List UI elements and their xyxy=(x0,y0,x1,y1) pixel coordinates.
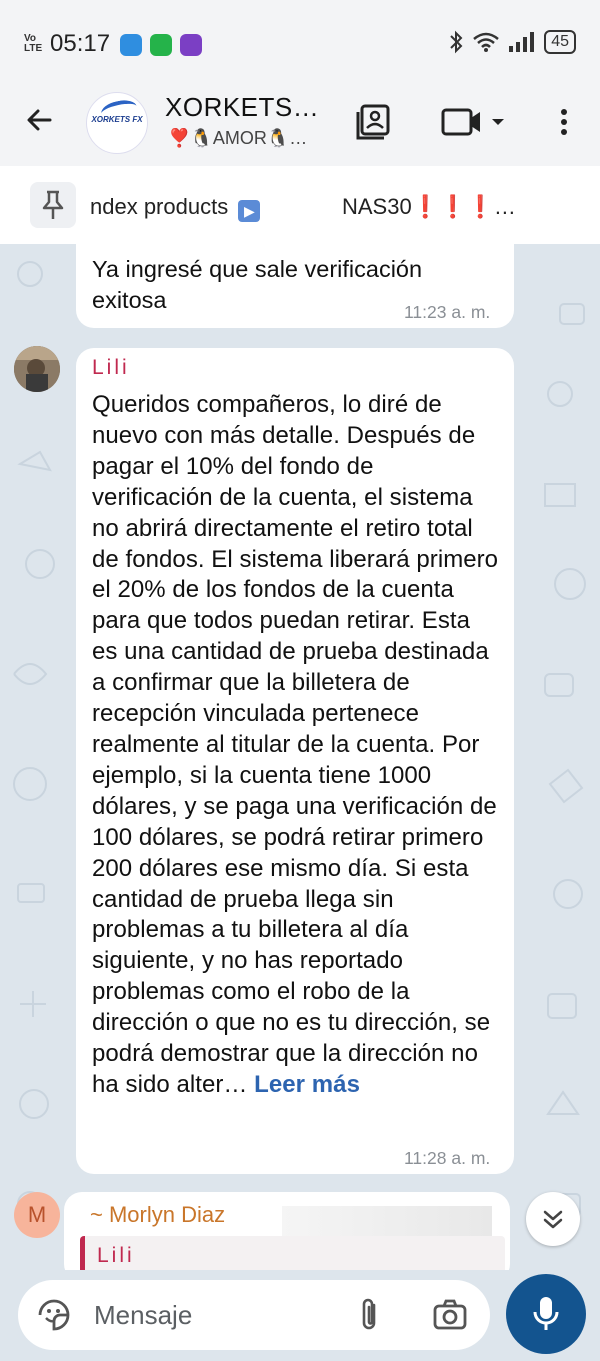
pinned-text-1-label: ndex products xyxy=(90,194,229,219)
video-call-icon[interactable] xyxy=(440,102,510,142)
message-bubble[interactable]: Ya ingresé que sale verificación exitosa… xyxy=(76,244,514,328)
status-bar: Vo LTE 05:17 45 xyxy=(0,0,600,88)
chat-header: XORKETS FX XORKETS… ❣️🐧AMOR🐧… xyxy=(0,88,600,166)
avatar[interactable]: M xyxy=(14,1192,60,1238)
back-arrow-icon[interactable] xyxy=(20,100,60,140)
chevron-double-down-icon xyxy=(543,1210,563,1229)
signal-icon xyxy=(509,32,535,52)
battery-indicator: 45 xyxy=(544,30,576,54)
message-time: 11:28 a. m. xyxy=(404,1148,491,1168)
message-text: Queridos compañeros, lo diré de nuevo co… xyxy=(92,391,499,1098)
status-icons: 45 xyxy=(448,30,576,54)
play-icon: ▶ xyxy=(238,200,261,222)
voice-record-button[interactable] xyxy=(506,1274,586,1354)
redacted-phone xyxy=(282,1206,492,1236)
composer: Mensaje xyxy=(0,1270,600,1361)
clock: 05:17 xyxy=(50,30,111,57)
message-placeholder: Mensaje xyxy=(94,1300,193,1330)
avatar[interactable] xyxy=(14,346,60,392)
message-input[interactable]: Mensaje xyxy=(18,1280,490,1350)
avatar-logo-text: XORKETS FX xyxy=(91,115,143,124)
more-options-icon[interactable] xyxy=(552,102,576,142)
paperclip-icon[interactable] xyxy=(356,1296,382,1334)
avatar-photo xyxy=(14,346,60,392)
sender-name[interactable]: Lili xyxy=(92,356,130,380)
bluetooth-icon xyxy=(450,30,463,54)
pinned-text-1[interactable]: ndex products ▶ xyxy=(90,194,261,222)
sticker-icon[interactable] xyxy=(36,1297,72,1333)
pinned-message-bar[interactable]: ndex products ▶ NAS30❗❗❗… xyxy=(0,166,600,245)
pinned-text-2[interactable]: NAS30❗❗❗… xyxy=(342,194,516,220)
group-avatar[interactable]: XORKETS FX xyxy=(86,92,148,154)
reply-sender: Lili xyxy=(97,1244,135,1267)
pin-icon[interactable] xyxy=(30,182,76,228)
messenger-notification-icon xyxy=(120,34,142,56)
message-body: Queridos compañeros, lo diré de nuevo co… xyxy=(92,390,500,1101)
camera-icon[interactable] xyxy=(432,1298,468,1332)
contact-card-icon[interactable] xyxy=(354,102,394,142)
scroll-down-button[interactable] xyxy=(526,1192,580,1246)
message-bubble[interactable]: Lili Queridos compañeros, lo diré de nue… xyxy=(76,348,514,1174)
sender-name[interactable]: ~ Morlyn Diaz xyxy=(90,1202,225,1228)
whatsapp-notification-icon xyxy=(150,34,172,56)
chat-title[interactable]: XORKETS… xyxy=(165,92,319,123)
pinned-text-2-label: NAS30 xyxy=(342,194,412,219)
exclamation-icons: ❗❗❗ xyxy=(411,194,494,219)
pinned-text-2-ellipsis: … xyxy=(493,194,516,219)
wifi-icon xyxy=(473,32,500,52)
read-more-link[interactable]: Leer más xyxy=(254,1071,360,1098)
viber-notification-icon xyxy=(180,34,202,56)
chat-subtitle[interactable]: ❣️🐧AMOR🐧… xyxy=(168,128,307,149)
volte-indicator: Vo LTE xyxy=(24,33,43,54)
message-time: 11:23 a. m. xyxy=(404,302,491,322)
microphone-icon xyxy=(533,1297,559,1330)
